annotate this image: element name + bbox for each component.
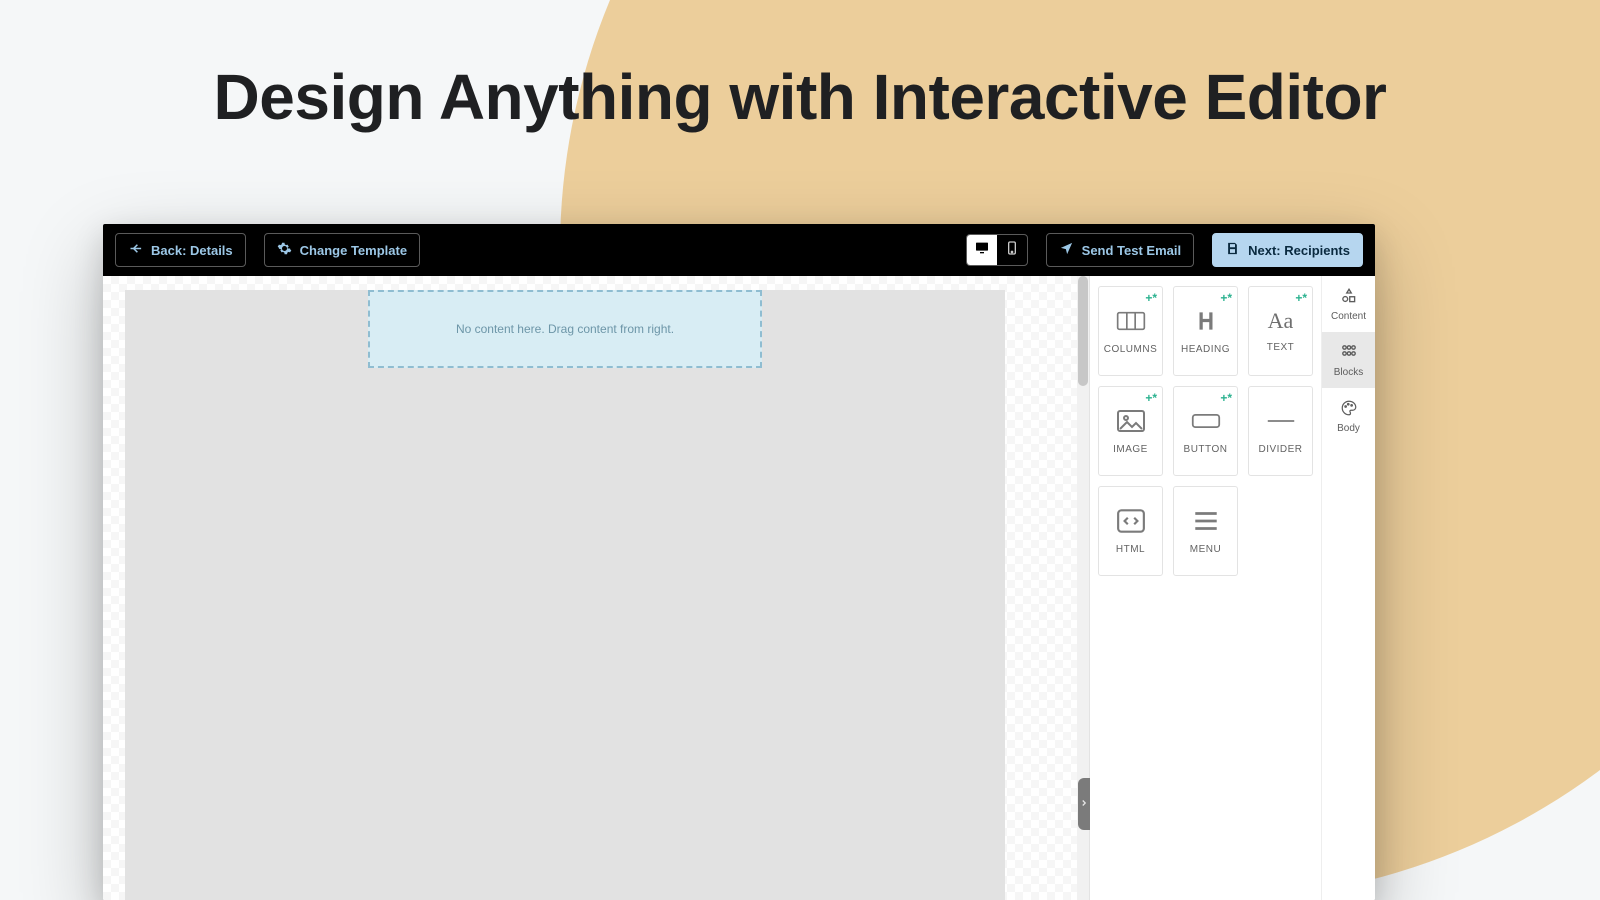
mobile-view-button[interactable] (997, 235, 1027, 265)
mobile-icon (1004, 240, 1020, 261)
html-icon (1116, 508, 1146, 534)
grid-icon (1340, 343, 1358, 364)
save-icon (1225, 241, 1240, 259)
block-divider[interactable]: DIVIDER (1248, 386, 1313, 476)
block-label: MENU (1190, 544, 1221, 555)
canvas-checkerboard: No content here. Drag content from right… (103, 276, 1077, 900)
next-button-label: Next: Recipients (1248, 243, 1350, 258)
hero-title: Design Anything with Interactive Editor (214, 61, 1387, 133)
image-icon (1116, 408, 1146, 434)
text-icon: Aa (1268, 310, 1294, 332)
block-columns[interactable]: +* COLUMNS (1098, 286, 1163, 376)
editor-toolbar: Back: Details Change Template (103, 224, 1375, 276)
side-tabs: Content Blocks Body (1321, 276, 1375, 900)
scrollbar-thumb[interactable] (1078, 276, 1088, 386)
send-icon (1059, 241, 1074, 259)
gear-icon (277, 241, 292, 259)
block-label: TEXT (1267, 342, 1295, 353)
chevron-right-icon (1079, 795, 1089, 813)
button-icon (1191, 408, 1221, 434)
block-html[interactable]: HTML (1098, 486, 1163, 576)
sparkle-icon: +* (1220, 391, 1232, 405)
desktop-icon (974, 240, 990, 261)
canvas-area: No content here. Drag content from right… (103, 276, 1089, 900)
block-label: COLUMNS (1104, 344, 1158, 355)
block-text[interactable]: +* Aa TEXT (1248, 286, 1313, 376)
tab-label: Blocks (1334, 367, 1363, 378)
app-window: Back: Details Change Template (103, 224, 1375, 900)
tab-label: Content (1331, 311, 1366, 322)
dropzone-text: No content here. Drag content from right… (456, 322, 674, 336)
block-label: BUTTON (1184, 444, 1228, 455)
hero-heading: Design Anything with Interactive Editor (0, 60, 1600, 134)
change-template-label: Change Template (300, 243, 407, 258)
block-label: HTML (1116, 544, 1145, 555)
tab-blocks[interactable]: Blocks (1322, 332, 1375, 388)
menu-icon (1191, 508, 1221, 534)
send-test-email-button[interactable]: Send Test Email (1046, 233, 1194, 267)
tab-body[interactable]: Body (1322, 388, 1375, 444)
right-panel: +* COLUMNS +* HEADING +* (1089, 276, 1375, 900)
heading-icon (1191, 308, 1221, 334)
sparkle-icon: +* (1145, 391, 1157, 405)
divider-icon (1266, 408, 1296, 434)
device-preview-toggle (966, 234, 1028, 266)
arrow-left-icon (128, 241, 143, 259)
back-button[interactable]: Back: Details (115, 233, 246, 267)
sparkle-icon: +* (1220, 291, 1232, 305)
tab-label: Body (1337, 423, 1360, 434)
shapes-icon (1340, 287, 1358, 308)
back-button-label: Back: Details (151, 243, 233, 258)
block-label: DIVIDER (1258, 444, 1302, 455)
block-image[interactable]: +* IMAGE (1098, 386, 1163, 476)
columns-icon (1116, 308, 1146, 334)
tab-content[interactable]: Content (1322, 276, 1375, 332)
canvas-page[interactable]: No content here. Drag content from right… (125, 290, 1005, 900)
change-template-button[interactable]: Change Template (264, 233, 420, 267)
empty-dropzone[interactable]: No content here. Drag content from right… (368, 290, 762, 368)
blocks-area: +* COLUMNS +* HEADING +* (1090, 276, 1321, 900)
editor-body: No content here. Drag content from right… (103, 276, 1375, 900)
next-recipients-button[interactable]: Next: Recipients (1212, 233, 1363, 267)
sparkle-icon: +* (1145, 291, 1157, 305)
palette-icon (1340, 399, 1358, 420)
send-test-label: Send Test Email (1082, 243, 1181, 258)
block-label: HEADING (1181, 344, 1230, 355)
block-label: IMAGE (1113, 444, 1148, 455)
block-menu[interactable]: MENU (1173, 486, 1238, 576)
block-heading[interactable]: +* HEADING (1173, 286, 1238, 376)
desktop-view-button[interactable] (967, 235, 997, 265)
block-button[interactable]: +* BUTTON (1173, 386, 1238, 476)
panel-collapse-handle[interactable] (1078, 778, 1090, 830)
sparkle-icon: +* (1295, 291, 1307, 305)
